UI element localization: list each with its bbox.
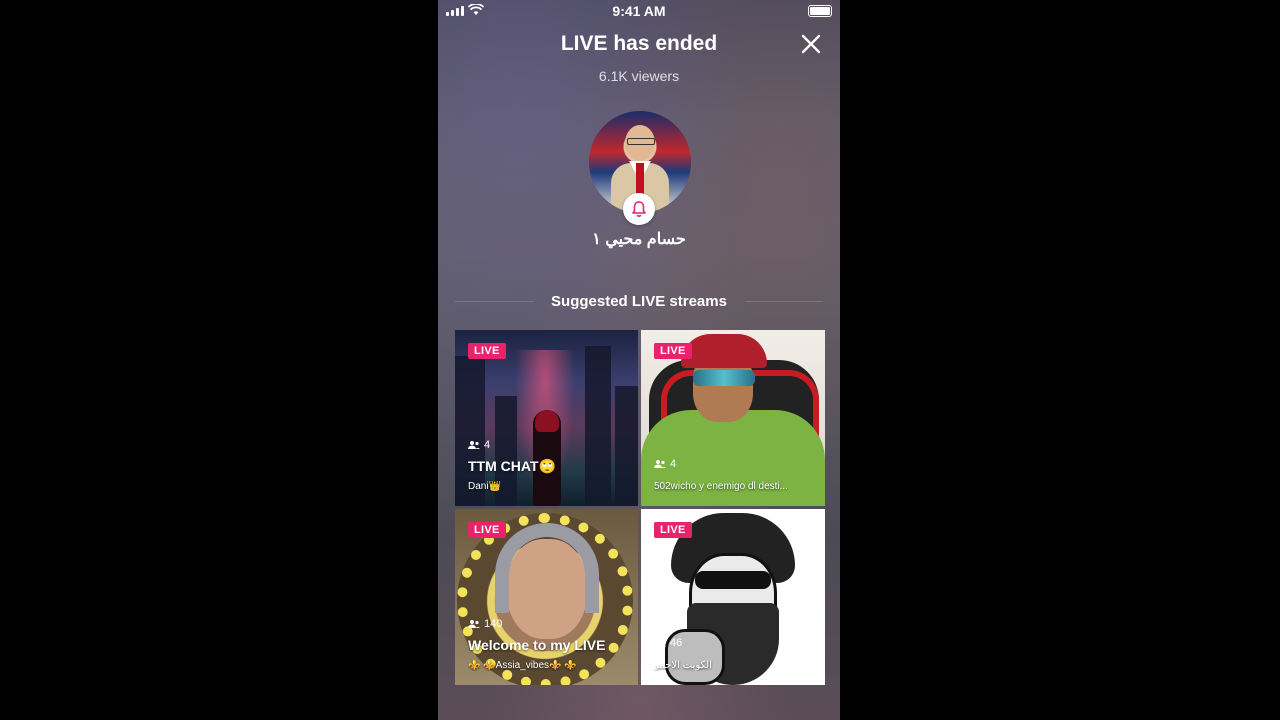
stream-card[interactable]: LIVE 46 الكويت الاحمر — [641, 509, 825, 685]
section-title: Suggested LIVE streams — [551, 293, 727, 310]
thumb-cap — [681, 334, 767, 368]
viewer-count: 46 — [670, 637, 683, 649]
thumb-sunglasses — [693, 370, 755, 386]
viewer-count-row: 140 — [468, 618, 502, 630]
people-icon — [654, 460, 666, 468]
suggested-streams-grid: LIVE 4 TTM CHAT🙄 Dani👑 LIVE 4 502wicho y… — [455, 330, 825, 685]
stream-card[interactable]: LIVE 4 502wicho y enemigo dl desti... — [641, 330, 825, 506]
thumb-hood — [535, 410, 559, 432]
notify-bell-button[interactable] — [623, 193, 655, 225]
close-icon[interactable] — [800, 33, 822, 55]
people-icon — [468, 620, 480, 628]
viewer-count: 4 — [670, 458, 677, 470]
bell-icon — [632, 201, 646, 217]
stream-host: 502wicho y enemigo dl desti... — [654, 481, 788, 492]
live-badge: LIVE — [468, 343, 506, 359]
thumb-sunglasses — [695, 571, 771, 589]
viewer-count: 140 — [484, 618, 503, 630]
stream-card[interactable]: LIVE 140 Welcome to my LIVE ⚜️ ⚜️Assia_v… — [455, 509, 638, 685]
avatar-glasses — [627, 138, 655, 145]
stream-title: TTM CHAT🙄 — [468, 458, 556, 474]
status-bar: 9:41 AM — [438, 0, 840, 22]
viewer-count-row: 4 — [468, 439, 490, 451]
stream-host: Dani👑 — [468, 481, 502, 492]
viewer-count: 6.1K viewers — [598, 68, 680, 84]
people-icon — [468, 441, 480, 449]
people-icon — [654, 639, 666, 647]
stream-host: ⚜️ ⚜️Assia_vibes⚜️ ⚜️ — [468, 660, 577, 671]
viewer-count-row: 46 — [654, 637, 682, 649]
viewer-count: 4 — [484, 439, 491, 451]
live-badge: LIVE — [654, 522, 692, 538]
phone-screen: 9:41 AM LIVE has ended 6.1K viewers حسام… — [438, 0, 840, 720]
live-badge: LIVE — [654, 343, 692, 359]
viewer-count-row: 4 — [654, 458, 676, 470]
battery-icon — [808, 5, 832, 17]
stream-card[interactable]: LIVE 4 TTM CHAT🙄 Dani👑 — [455, 330, 638, 506]
page-title: LIVE has ended — [560, 32, 718, 55]
stream-host: الكويت الاحمر — [654, 660, 712, 671]
host-username[interactable]: حسام محيي ١ — [438, 229, 840, 249]
status-time: 9:41 AM — [612, 3, 666, 19]
live-badge: LIVE — [468, 522, 506, 538]
stream-title: Welcome to my LIVE — [468, 637, 606, 653]
